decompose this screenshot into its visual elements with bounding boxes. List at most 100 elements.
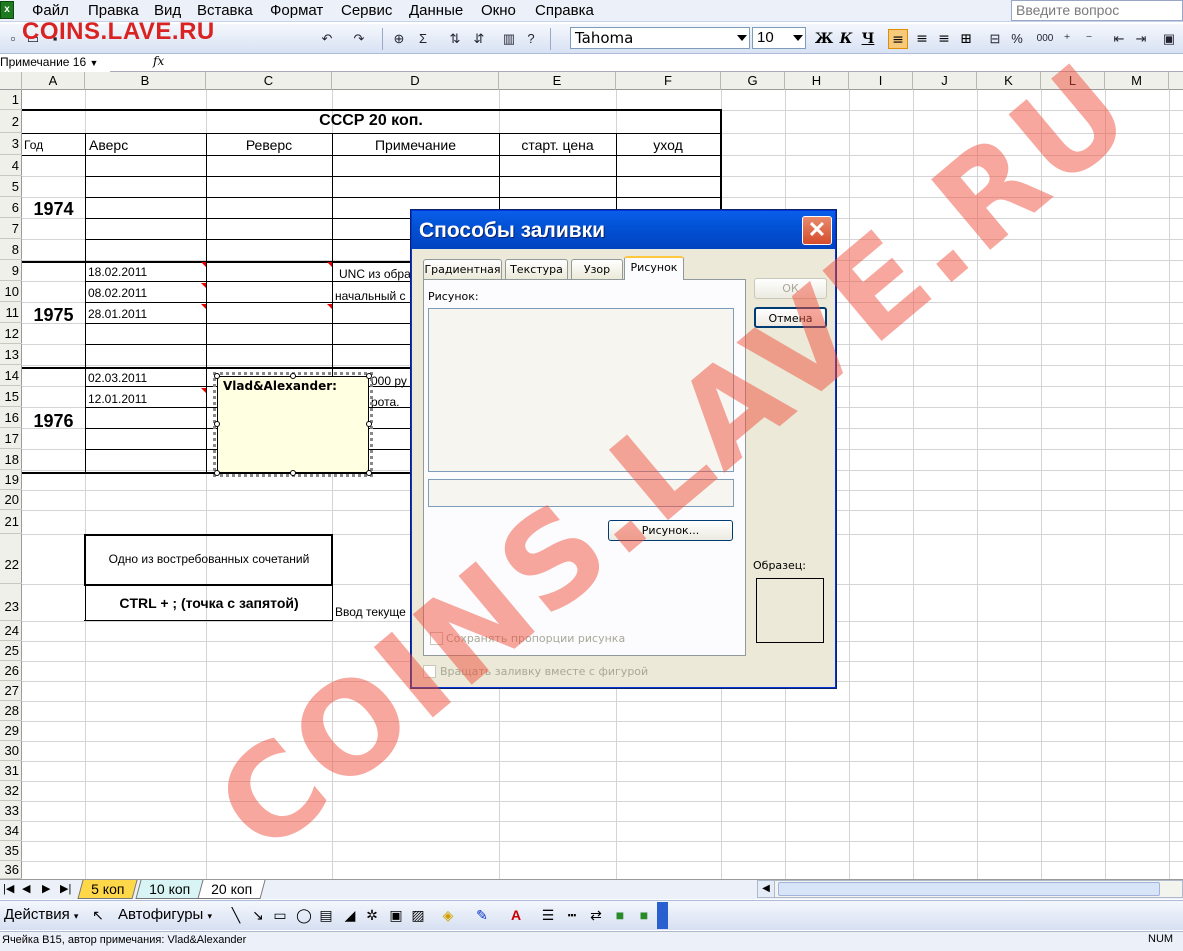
- row-header[interactable]: 5: [0, 176, 22, 197]
- prev-sheet-icon[interactable]: ◀: [22, 882, 30, 895]
- column-header[interactable]: I: [849, 72, 913, 90]
- row-header[interactable]: 20: [0, 490, 22, 510]
- cell-comment[interactable]: Vlad&Alexander:: [217, 376, 369, 473]
- row-header[interactable]: 22: [0, 534, 22, 584]
- tab-pattern[interactable]: Узор: [571, 259, 623, 279]
- resize-handle[interactable]: [214, 373, 220, 379]
- row-header[interactable]: 4: [0, 155, 22, 176]
- row-header[interactable]: 6: [0, 197, 22, 218]
- row-header[interactable]: 1: [0, 90, 22, 110]
- resize-handle[interactable]: [366, 470, 372, 476]
- row-header[interactable]: 25: [0, 641, 22, 661]
- resize-handle[interactable]: [290, 470, 296, 476]
- chevron-down-icon[interactable]: ▼: [89, 58, 98, 68]
- row-header[interactable]: 12: [0, 323, 22, 344]
- keep-ratio-checkbox[interactable]: [430, 632, 443, 645]
- select-all-corner[interactable]: [0, 72, 22, 90]
- row-header[interactable]: 17: [0, 428, 22, 449]
- comment-indicator[interactable]: [327, 304, 332, 309]
- close-icon[interactable]: ✕: [802, 216, 832, 245]
- column-header[interactable]: M: [1105, 72, 1169, 90]
- italic-button[interactable]: К: [836, 29, 856, 49]
- actions-menu[interactable]: Действия ▾: [4, 906, 78, 923]
- textbox-icon[interactable]: ▤: [318, 907, 334, 923]
- line-color-icon[interactable]: ✎: [474, 907, 490, 923]
- year-cell[interactable]: 1974: [22, 199, 85, 220]
- sheet-tab-active[interactable]: 20 коп: [197, 880, 266, 899]
- increase-indent-icon[interactable]: ⇥: [1132, 30, 1150, 48]
- year-cell[interactable]: 1975: [22, 305, 85, 326]
- font-name-select[interactable]: Tahoma: [570, 27, 750, 49]
- first-sheet-icon[interactable]: |◀: [3, 882, 14, 895]
- toolbar-options-icon[interactable]: [657, 902, 668, 929]
- row-header[interactable]: 28: [0, 701, 22, 721]
- cancel-button[interactable]: Отмена: [754, 307, 827, 328]
- line-style-icon[interactable]: ☰: [540, 907, 556, 923]
- row-header[interactable]: 7: [0, 218, 22, 239]
- comment-indicator[interactable]: [201, 304, 206, 309]
- row-header[interactable]: 32: [0, 781, 22, 801]
- row-header[interactable]: 24: [0, 621, 22, 641]
- ask-question-input[interactable]: Введите вопрос: [1011, 0, 1183, 21]
- arrow-style-icon[interactable]: ⇄: [588, 907, 604, 923]
- row-header[interactable]: 36: [0, 861, 22, 879]
- year-cell[interactable]: 1976: [22, 411, 85, 432]
- underline-button[interactable]: Ч: [858, 29, 878, 49]
- dash-style-icon[interactable]: ┅: [564, 907, 580, 923]
- autosum-icon[interactable]: Σ: [414, 30, 432, 48]
- wordart-icon[interactable]: ◢: [342, 907, 358, 923]
- fill-color-icon[interactable]: ◈: [440, 907, 456, 923]
- note-cell[interactable]: 000 ру: [371, 374, 411, 388]
- align-center-button[interactable]: ≡: [912, 29, 932, 49]
- next-sheet-icon[interactable]: ▶: [42, 882, 50, 895]
- comment-indicator[interactable]: [327, 262, 332, 267]
- column-header[interactable]: B: [85, 72, 206, 90]
- chevron-down-icon[interactable]: [737, 35, 747, 41]
- name-box[interactable]: Примечание 16 ▼: [0, 54, 110, 72]
- date-cell[interactable]: 02.03.2011: [88, 371, 147, 385]
- column-header[interactable]: A: [22, 72, 85, 90]
- bold-button[interactable]: Ж: [814, 29, 834, 49]
- chevron-down-icon[interactable]: [793, 35, 803, 41]
- row-header[interactable]: 11: [0, 302, 22, 323]
- clipart-icon[interactable]: ▣: [388, 907, 404, 923]
- resize-handle[interactable]: [366, 373, 372, 379]
- row-header[interactable]: 23: [0, 584, 22, 621]
- autoshapes-menu[interactable]: Автофигуры ▾: [118, 906, 212, 923]
- row-header[interactable]: 31: [0, 761, 22, 781]
- decrease-decimal-icon[interactable]: ⁻: [1080, 30, 1098, 48]
- row-header[interactable]: 8: [0, 239, 22, 260]
- select-arrow-icon[interactable]: ↖: [90, 907, 106, 923]
- sheet-tab[interactable]: 10 коп: [135, 880, 204, 899]
- menu-edit[interactable]: Правка: [88, 2, 139, 19]
- note-cell[interactable]: начальный с: [335, 289, 411, 303]
- fx-icon[interactable]: fx: [153, 54, 164, 68]
- resize-handle[interactable]: [214, 470, 220, 476]
- merge-icon[interactable]: ⊟: [986, 30, 1004, 48]
- column-header[interactable]: K: [977, 72, 1041, 90]
- diagram-icon[interactable]: ✲: [364, 907, 380, 923]
- row-header[interactable]: 13: [0, 344, 22, 365]
- column-header[interactable]: D: [332, 72, 499, 90]
- column-header[interactable]: F: [616, 72, 721, 90]
- last-sheet-icon[interactable]: ▶|: [60, 882, 71, 895]
- comment-indicator[interactable]: [201, 283, 206, 288]
- row-header[interactable]: 15: [0, 386, 22, 407]
- menu-tools[interactable]: Сервис: [341, 2, 392, 19]
- redo-icon[interactable]: ↷: [350, 30, 368, 48]
- resize-handle[interactable]: [214, 421, 220, 427]
- row-header[interactable]: 10: [0, 281, 22, 302]
- tab-picture[interactable]: Рисунок: [624, 256, 684, 280]
- menu-file[interactable]: Файл: [32, 2, 69, 19]
- hyperlink-icon[interactable]: ⊕: [390, 30, 408, 48]
- date-cell[interactable]: 18.02.2011: [88, 265, 147, 279]
- shortcut-caption[interactable]: Одно из востребованных сочетаний: [86, 552, 332, 566]
- font-size-select[interactable]: 10: [752, 27, 806, 49]
- align-left-button[interactable]: ≡: [888, 29, 908, 49]
- help-icon[interactable]: ?: [522, 30, 540, 48]
- comment-indicator[interactable]: [201, 262, 206, 267]
- row-header[interactable]: 9: [0, 260, 22, 281]
- date-cell[interactable]: 28.01.2011: [88, 307, 147, 321]
- rectangle-icon[interactable]: ▭: [272, 907, 288, 923]
- column-header[interactable]: C: [206, 72, 332, 90]
